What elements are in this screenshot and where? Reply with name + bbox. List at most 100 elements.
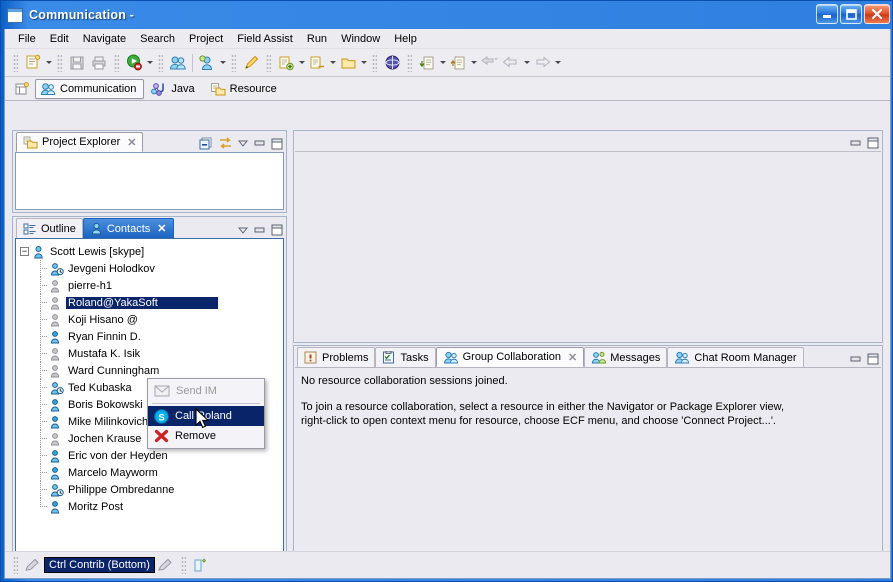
add-user-dropdown-arrow[interactable] [218, 52, 227, 74]
menu-project[interactable]: Project [182, 31, 230, 47]
minimize-icon[interactable] [850, 138, 862, 149]
new-package-dropdown-arrow[interactable] [297, 52, 306, 74]
toolbar-grip[interactable] [158, 53, 163, 72]
perspective-tab-communication[interactable]: Communication [35, 78, 145, 99]
add-user-icon[interactable] [196, 52, 218, 74]
contact-row[interactable]: Marcelo Mayworm [20, 464, 281, 481]
toolbar-grip[interactable] [114, 53, 119, 72]
statusbar-grip[interactable] [13, 555, 18, 574]
close-button[interactable] [864, 4, 890, 24]
minimize-icon[interactable] [850, 354, 862, 365]
view-menu-icon[interactable] [238, 138, 249, 149]
perspective-tab-java[interactable]: Java [146, 79, 202, 99]
tab-problems[interactable]: Problems [297, 347, 376, 367]
tree-root-node[interactable]: − Scott Lewis [skype] [20, 243, 281, 260]
tree-connector [32, 379, 49, 396]
maximize-button[interactable] [840, 4, 862, 24]
new-class-icon[interactable] [306, 52, 328, 74]
new-wizard-dropdown-arrow[interactable] [44, 52, 53, 74]
contact-row[interactable]: Jevgeni Holodkov [20, 260, 281, 277]
contact-row[interactable]: Ward Cunningham [20, 362, 281, 379]
new-folder-icon[interactable] [337, 52, 359, 74]
forward-arrow-icon[interactable] [531, 52, 553, 74]
maximize-icon[interactable] [271, 138, 283, 150]
tab-outline[interactable]: Outline [16, 218, 83, 238]
menu-help[interactable]: Help [387, 31, 424, 47]
contact-row[interactable]: Koji Hisano @ [20, 311, 281, 328]
project-explorer-body[interactable] [15, 152, 284, 210]
new-class-dropdown-arrow[interactable] [328, 52, 337, 74]
pencil-icon[interactable] [240, 52, 262, 74]
editor-content[interactable] [295, 151, 881, 341]
menu-window[interactable]: Window [334, 31, 387, 47]
group-collaboration-body[interactable]: No resource collaboration sessions joine… [295, 367, 881, 572]
run-dropdown-arrow[interactable] [145, 52, 154, 74]
context-menu-item-send-im[interactable]: Send IM [148, 381, 264, 401]
menu-run[interactable]: Run [300, 31, 334, 47]
tab-tasks[interactable]: Tasks [375, 347, 436, 367]
print-icon[interactable] [88, 52, 110, 74]
globe-icon[interactable] [381, 52, 403, 74]
menu-field-assist[interactable]: Field Assist [230, 31, 300, 47]
new-package-icon[interactable] [275, 52, 297, 74]
contact-row[interactable]: Philippe Ombredanne [20, 481, 281, 498]
contact-row[interactable]: Ryan Finnin D. [20, 328, 281, 345]
export-icon[interactable] [447, 52, 469, 74]
forward-dropdown-arrow[interactable] [553, 52, 562, 74]
contact-row[interactable]: Moritz Post [20, 498, 281, 515]
import-dropdown-arrow[interactable] [438, 52, 447, 74]
back-arrow-icon[interactable] [500, 52, 522, 74]
toolbar-grip[interactable] [231, 53, 236, 72]
group-users-icon[interactable] [167, 52, 189, 74]
save-icon[interactable] [66, 52, 88, 74]
tab-messages[interactable]: Messages [584, 347, 668, 367]
toolbar-grip[interactable] [13, 53, 18, 72]
back-history-icon[interactable] [478, 52, 500, 74]
perspective-tab-resource[interactable]: Resource [205, 79, 285, 99]
menu-file[interactable]: File [11, 31, 43, 47]
maximize-icon[interactable] [867, 353, 879, 365]
collapse-toggle-icon[interactable]: − [20, 247, 29, 256]
new-wizard-icon[interactable] [22, 52, 44, 74]
context-menu-item-call-roland[interactable]: S Call Roland [148, 406, 264, 426]
menu-edit[interactable]: Edit [43, 31, 76, 47]
new-folder-dropdown-arrow[interactable] [359, 52, 368, 74]
open-perspective-icon[interactable] [11, 78, 33, 100]
tab-contacts[interactable]: Contacts ✕ [82, 218, 174, 238]
export-dropdown-arrow[interactable] [469, 52, 478, 74]
close-icon[interactable]: ✕ [127, 136, 136, 149]
menu-search[interactable]: Search [133, 31, 182, 47]
context-menu[interactable]: Send IM S Call Roland Remove [147, 378, 265, 449]
contact-row[interactable]: pierre-h1 [20, 277, 281, 294]
link-with-editor-icon[interactable] [218, 137, 233, 150]
edit-contrib-icon[interactable] [157, 557, 175, 573]
insert-mode-icon[interactable] [192, 557, 210, 573]
contact-row[interactable]: Mustafa K. Isik [20, 345, 281, 362]
contact-row-selected[interactable]: Roland@YakaSoft [20, 294, 281, 311]
edit-contrib-icon[interactable] [24, 557, 42, 573]
statusbar-grip[interactable] [180, 555, 186, 574]
minimize-icon[interactable] [254, 138, 266, 149]
close-icon[interactable]: ✕ [568, 351, 577, 364]
maximize-icon[interactable] [271, 224, 283, 236]
minimize-button[interactable] [816, 4, 838, 24]
back-dropdown-arrow[interactable] [522, 52, 531, 74]
toolbar-grip[interactable] [266, 53, 271, 72]
close-icon[interactable]: ✕ [157, 222, 166, 235]
context-menu-item-remove[interactable]: Remove [148, 426, 264, 446]
tab-chat-room-manager[interactable]: Chat Room Manager [667, 347, 804, 367]
toolbar-grip[interactable] [372, 53, 377, 72]
contact-label: Mustafa K. Isik [68, 347, 141, 360]
menu-navigate[interactable]: Navigate [76, 31, 133, 47]
toolbar-grip[interactable] [57, 53, 62, 72]
maximize-icon[interactable] [867, 137, 879, 149]
tab-project-explorer[interactable]: Project Explorer ✕ [16, 132, 144, 152]
view-menu-icon[interactable] [238, 225, 249, 236]
run-icon[interactable] [123, 52, 145, 74]
contact-row[interactable]: Eric von der Heyden [20, 447, 281, 464]
collapse-all-icon[interactable] [199, 137, 213, 150]
tab-group-collaboration[interactable]: Group Collaboration ✕ [435, 347, 585, 367]
import-icon[interactable] [416, 52, 438, 74]
minimize-icon[interactable] [254, 225, 266, 236]
toolbar-grip[interactable] [407, 53, 412, 72]
